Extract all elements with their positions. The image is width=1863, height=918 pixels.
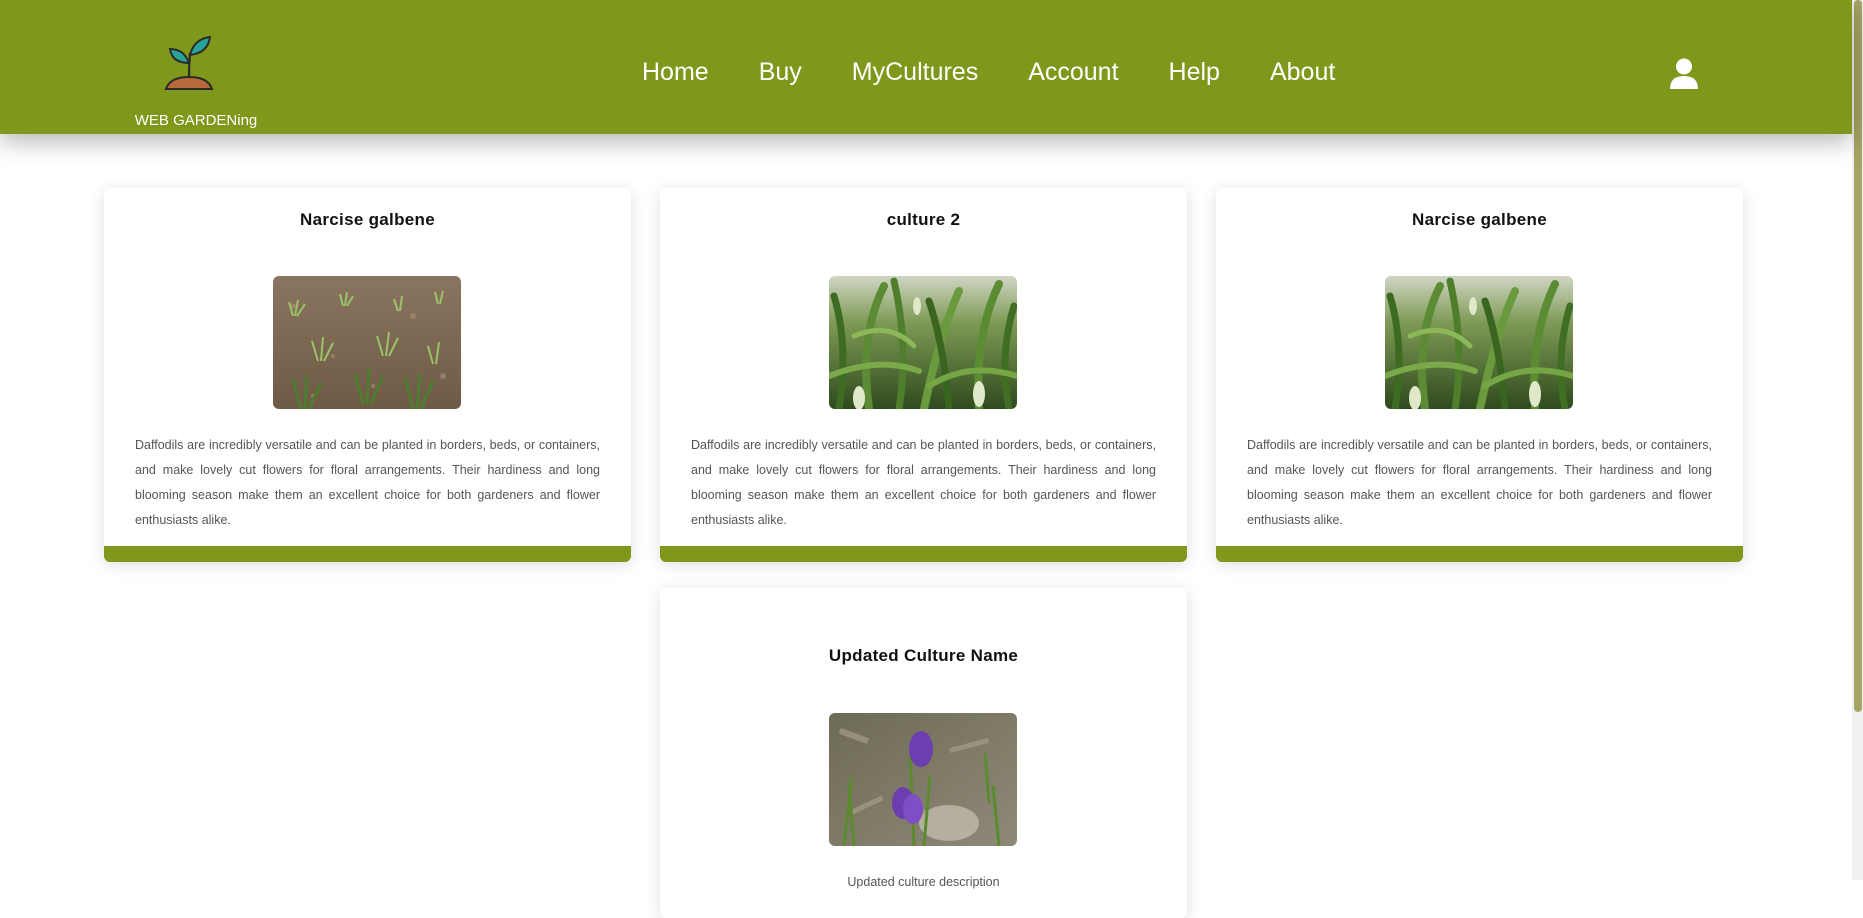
logo-text: WEB GARDENing xyxy=(134,112,258,129)
card-footer-bar xyxy=(660,546,1187,562)
user-icon[interactable] xyxy=(1669,58,1699,90)
sprout-icon xyxy=(164,35,214,90)
card-title: Narcise galbene xyxy=(1412,210,1547,229)
nav-help[interactable]: Help xyxy=(1169,58,1220,87)
card-description: Daffodils are incredibly versatile and c… xyxy=(1247,438,1712,527)
culture-card[interactable]: culture 2 Daffodils are incredibly versa… xyxy=(660,188,1187,562)
site-header: WEB GARDENing Home Buy MyCultures Accoun… xyxy=(0,0,1852,134)
culture-image xyxy=(273,276,461,409)
nav-buy[interactable]: Buy xyxy=(759,58,802,87)
main-nav: Home Buy MyCultures Account Help About xyxy=(642,58,1385,87)
scrollbar-thumb[interactable] xyxy=(1854,0,1862,712)
card-description: Updated culture description xyxy=(847,875,1000,889)
card-description: Daffodils are incredibly versatile and c… xyxy=(135,438,600,527)
card-footer-bar xyxy=(104,546,631,562)
culture-card[interactable]: Narcise galbene Daffodils are incredibly… xyxy=(1216,188,1743,562)
card-description: Daffodils are incredibly versatile and c… xyxy=(691,438,1156,527)
culture-image xyxy=(829,713,1017,846)
culture-image xyxy=(1385,276,1573,409)
card-footer-bar xyxy=(1216,546,1743,562)
card-title: Narcise galbene xyxy=(300,210,435,229)
culture-card[interactable]: Updated Culture Name Updated culture des… xyxy=(660,588,1187,918)
nav-mycultures[interactable]: MyCultures xyxy=(852,58,978,87)
logo[interactable]: WEB GARDENing xyxy=(132,35,260,129)
nav-account[interactable]: Account xyxy=(1028,58,1118,87)
culture-card[interactable]: Narcise galbene Daffodils are incredibly… xyxy=(104,188,631,562)
nav-home[interactable]: Home xyxy=(642,58,709,87)
card-title: Updated Culture Name xyxy=(828,646,1019,665)
card-title: culture 2 xyxy=(886,210,961,229)
nav-about[interactable]: About xyxy=(1270,58,1335,87)
page-scrollbar[interactable] xyxy=(1852,0,1863,880)
culture-image xyxy=(829,276,1017,409)
